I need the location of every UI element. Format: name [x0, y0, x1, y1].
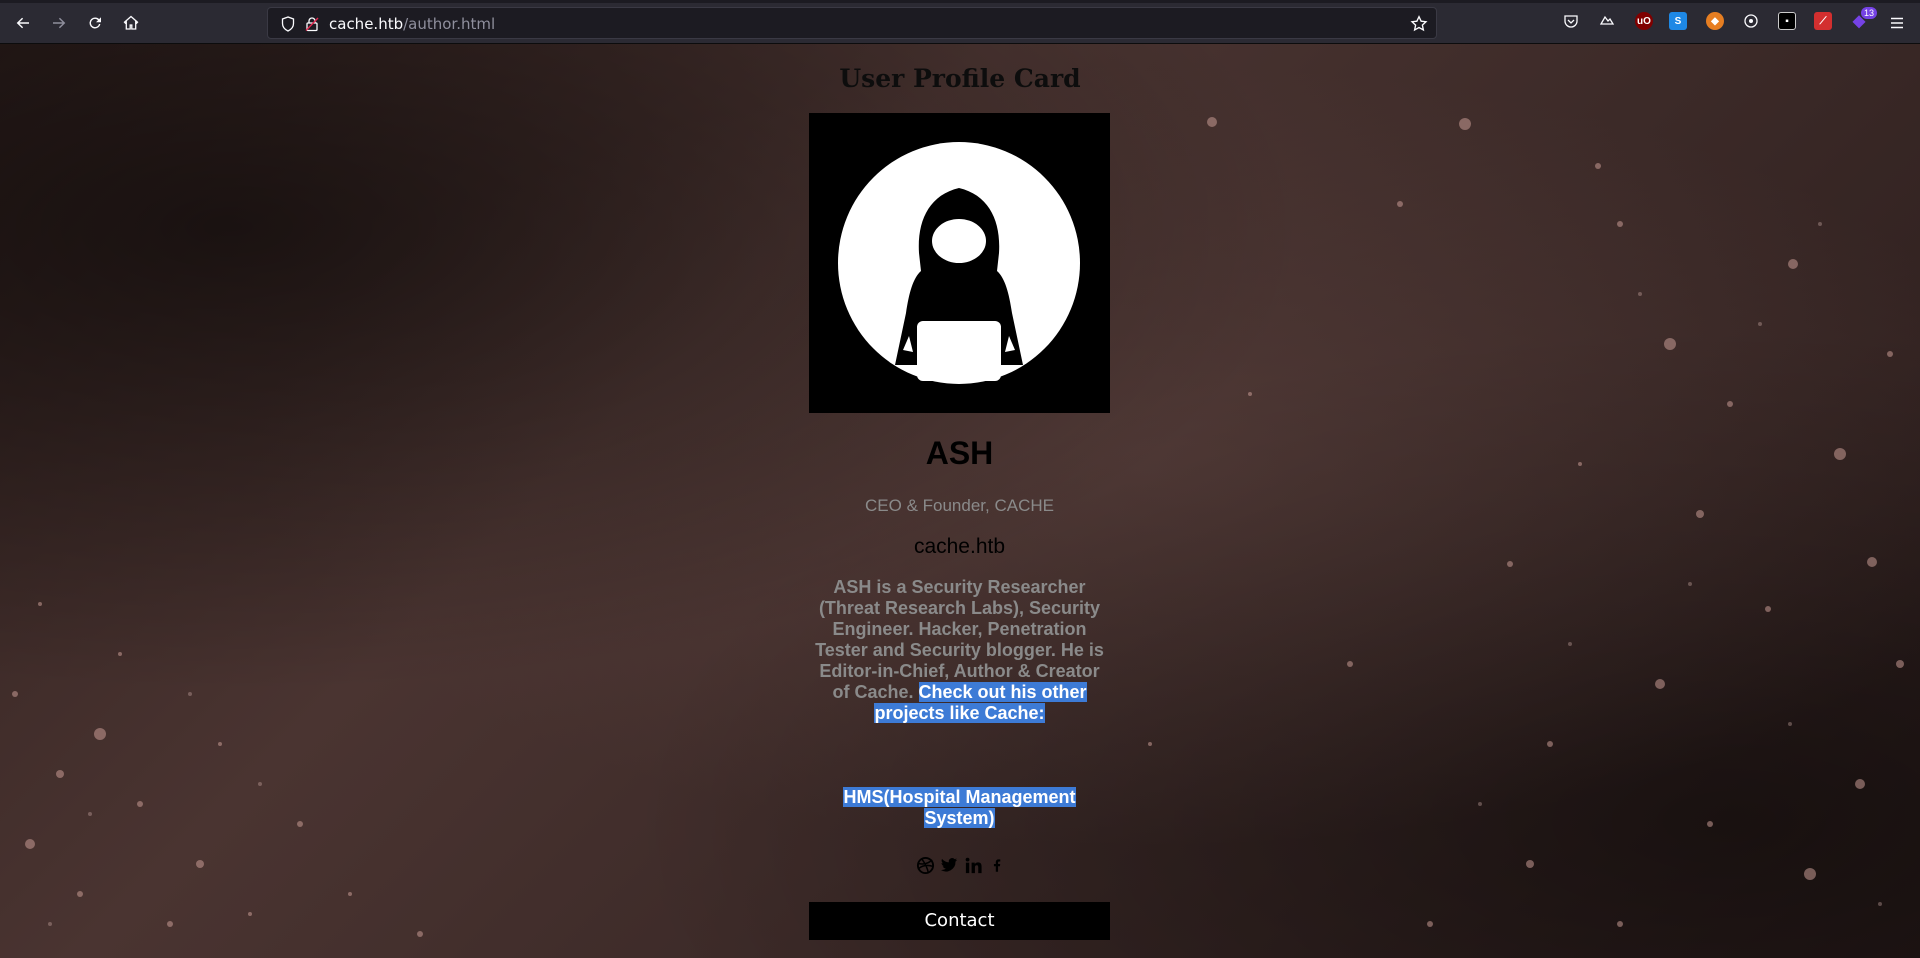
tracking-protection-icon[interactable] [280, 16, 296, 32]
insecure-lock-icon[interactable] [304, 16, 320, 32]
facebook-icon[interactable] [987, 854, 1007, 876]
cookie-editor-icon[interactable] [1598, 12, 1616, 30]
profile-bio: ASH is a Security Researcher (Threat Res… [809, 577, 1110, 724]
ublock-origin-icon[interactable]: uO [1635, 12, 1653, 30]
profile-avatar [809, 113, 1110, 413]
hooded-hacker-icon [838, 142, 1080, 384]
twitter-icon[interactable] [939, 854, 959, 876]
forward-icon[interactable] [46, 10, 72, 36]
project-link-block: HMS(Hospital Management System) [809, 787, 1110, 829]
address-bar[interactable]: cache.htb/author.html [267, 7, 1437, 39]
pocket-icon[interactable] [1562, 12, 1580, 30]
browser-toolbar: cache.htb/author.html uO S ◆ ▪ ⟋ ◆ 13 [0, 0, 1920, 44]
menu-hamburger-icon[interactable] [1884, 10, 1910, 36]
social-links [915, 854, 1007, 876]
reload-icon[interactable] [82, 10, 108, 36]
url-text[interactable]: cache.htb/author.html [329, 15, 495, 33]
terminal-extension-icon[interactable]: ▪ [1778, 12, 1796, 30]
hack-tools-icon[interactable]: ⟋ [1814, 12, 1832, 30]
profile-website: cache.htb [913, 535, 1006, 558]
profile-name: ASH [925, 435, 994, 471]
wappalyzer-icon[interactable] [1742, 12, 1760, 30]
extension-badge: 13 [1861, 7, 1878, 19]
home-icon[interactable] [118, 10, 144, 36]
contact-button[interactable]: Contact [809, 902, 1110, 940]
s-extension-icon[interactable]: S [1669, 12, 1687, 30]
project-name[interactable]: HMS(Hospital Management System) [843, 787, 1076, 828]
foxyproxy-icon[interactable]: ◆ [1706, 12, 1724, 30]
url-path: /author.html [403, 15, 496, 33]
page-title: User Profile Card [839, 64, 1081, 93]
page-background: User Profile Card ASH CEO & Founder, CAC… [0, 44, 1920, 958]
linkedin-icon[interactable] [963, 854, 983, 876]
url-host: cache.htb [329, 15, 404, 33]
back-icon[interactable] [10, 10, 36, 36]
bookmark-star-icon[interactable] [1410, 15, 1428, 33]
dribbble-icon[interactable] [915, 854, 935, 876]
profile-role: CEO & Founder, CACHE [865, 496, 1054, 515]
